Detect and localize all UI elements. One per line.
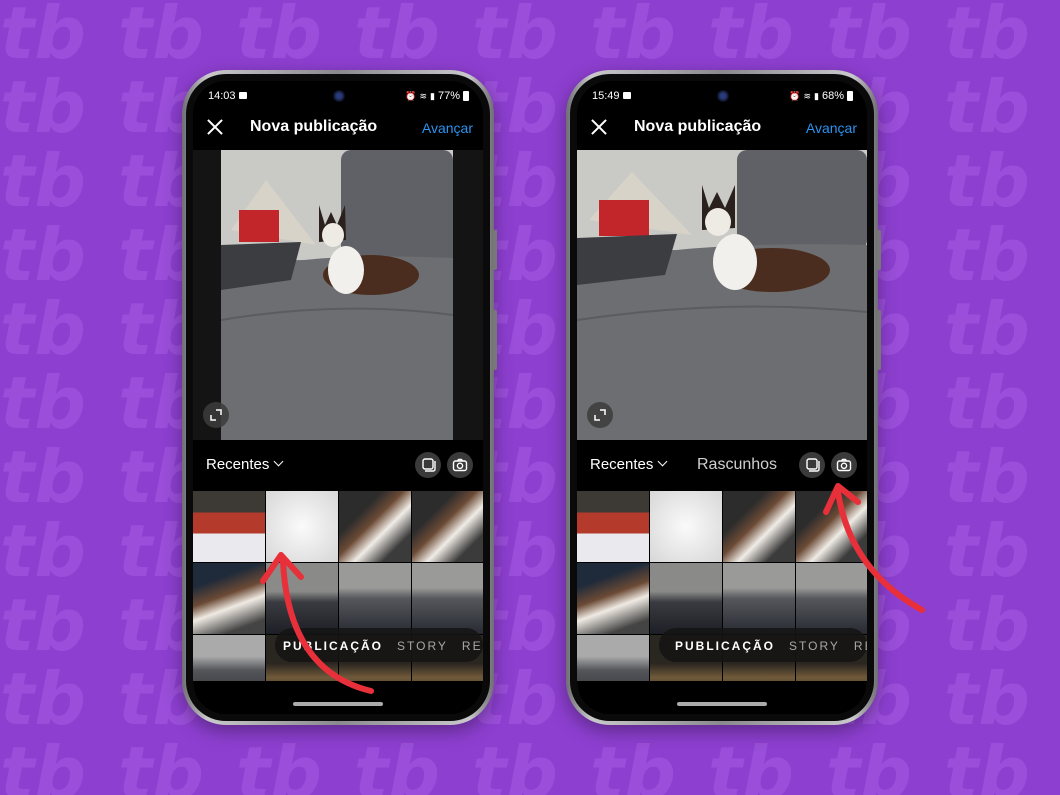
close-icon[interactable] <box>203 115 227 139</box>
mode-story[interactable]: STORY <box>397 639 448 653</box>
album-selector[interactable]: Recentes <box>590 456 668 473</box>
album-selector[interactable]: Recentes <box>206 456 284 473</box>
power-button <box>877 310 881 370</box>
battery-percent: 77% <box>437 90 460 102</box>
front-camera <box>333 90 345 102</box>
home-indicator[interactable] <box>677 702 767 706</box>
grid-thumbnail[interactable] <box>577 491 649 562</box>
grid-thumbnail[interactable] <box>796 491 867 562</box>
grid-thumbnail[interactable] <box>266 563 338 634</box>
phone-right: 15:49 ⏰ ≋ ▮ 68% Nova publicação Avançar <box>566 70 881 725</box>
grid-thumbnail[interactable] <box>650 563 722 634</box>
signal-icon: ▮ <box>814 90 819 101</box>
alarm-icon: ⏰ <box>405 90 417 101</box>
multi-select-button[interactable] <box>415 452 441 478</box>
gallery-notification-icon <box>239 92 247 99</box>
page-title: Nova publicação <box>250 118 378 135</box>
top-bar: Nova publicação Avançar <box>577 107 867 145</box>
status-time: 15:49 <box>592 90 620 102</box>
multi-select-icon <box>422 458 436 472</box>
mode-reels[interactable]: REE <box>462 639 483 653</box>
drafts-link[interactable]: Rascunhos <box>697 456 777 474</box>
chevron-down-icon <box>657 456 668 467</box>
grid-thumbnail[interactable] <box>339 563 411 634</box>
expand-icon[interactable] <box>203 402 229 428</box>
photo-preview[interactable] <box>193 150 483 440</box>
grid-thumbnail[interactable] <box>412 563 483 634</box>
multi-select-icon <box>806 458 820 472</box>
grid-thumbnail[interactable] <box>577 563 649 634</box>
next-button[interactable]: Avançar <box>806 120 857 136</box>
screen-left: 14:03 ⏰ ≋ ▮ 77% Nova publicação Avançar <box>193 81 483 714</box>
mode-post[interactable]: PUBLICAÇÃO <box>283 639 383 653</box>
volume-button <box>493 230 497 270</box>
grid-thumbnail[interactable] <box>723 563 795 634</box>
expand-icon[interactable] <box>587 402 613 428</box>
chevron-down-icon <box>273 456 284 467</box>
photo-preview[interactable] <box>577 150 867 440</box>
battery-percent: 68% <box>821 90 844 102</box>
grid-thumbnail[interactable] <box>650 491 722 562</box>
phone-left: 14:03 ⏰ ≋ ▮ 77% Nova publicação Avançar <box>182 70 497 725</box>
system-nav-bar <box>193 681 483 714</box>
multi-select-button[interactable] <box>799 452 825 478</box>
wifi-icon: ≋ <box>419 90 428 101</box>
wifi-icon: ≋ <box>803 90 812 101</box>
status-icons: ⏰ ≋ ▮ 77% <box>405 90 469 102</box>
grid-thumbnail[interactable] <box>796 563 867 634</box>
page-title: Nova publicação <box>634 118 762 135</box>
status-icons: ⏰ ≋ ▮ 68% <box>789 90 853 102</box>
background-pattern: tb <box>0 0 1060 795</box>
battery-icon <box>463 91 469 101</box>
camera-icon <box>452 458 468 472</box>
mode-story[interactable]: STORY <box>789 639 840 653</box>
grid-thumbnail[interactable] <box>339 491 411 562</box>
album-bar: Recentes <box>193 447 483 487</box>
camera-button[interactable] <box>447 452 473 478</box>
album-label: Recentes <box>206 456 270 473</box>
status-bar: 15:49 ⏰ ≋ ▮ 68% <box>577 81 867 107</box>
front-camera <box>717 90 729 102</box>
system-nav-bar <box>577 681 867 714</box>
camera-button[interactable] <box>831 452 857 478</box>
cat-photo <box>577 150 867 440</box>
status-bar: 14:03 ⏰ ≋ ▮ 77% <box>193 81 483 107</box>
mode-post[interactable]: PUBLICAÇÃO <box>675 639 775 653</box>
grid-thumbnail[interactable] <box>193 563 265 634</box>
mode-selector: PUBLICAÇÃO STORY REE <box>675 631 867 661</box>
camera-icon <box>836 458 852 472</box>
grid-thumbnail[interactable] <box>723 491 795 562</box>
top-bar: Nova publicação Avançar <box>193 107 483 145</box>
power-button <box>493 310 497 370</box>
grid-thumbnail[interactable] <box>266 491 338 562</box>
gallery-notification-icon <box>623 92 631 99</box>
album-label: Recentes <box>590 456 654 473</box>
battery-icon <box>847 91 853 101</box>
alarm-icon: ⏰ <box>789 90 801 101</box>
screen-right: 15:49 ⏰ ≋ ▮ 68% Nova publicação Avançar <box>577 81 867 714</box>
album-bar: Recentes Rascunhos <box>577 447 867 487</box>
status-time: 14:03 <box>208 90 236 102</box>
volume-button <box>877 230 881 270</box>
close-icon[interactable] <box>587 115 611 139</box>
home-indicator[interactable] <box>293 702 383 706</box>
signal-icon: ▮ <box>430 90 435 101</box>
mode-selector: PUBLICAÇÃO STORY REE <box>283 631 483 661</box>
next-button[interactable]: Avançar <box>422 120 473 136</box>
cat-photo <box>221 150 453 440</box>
grid-thumbnail[interactable] <box>412 491 483 562</box>
grid-thumbnail[interactable] <box>193 491 265 562</box>
mode-reels[interactable]: REE <box>854 639 867 653</box>
